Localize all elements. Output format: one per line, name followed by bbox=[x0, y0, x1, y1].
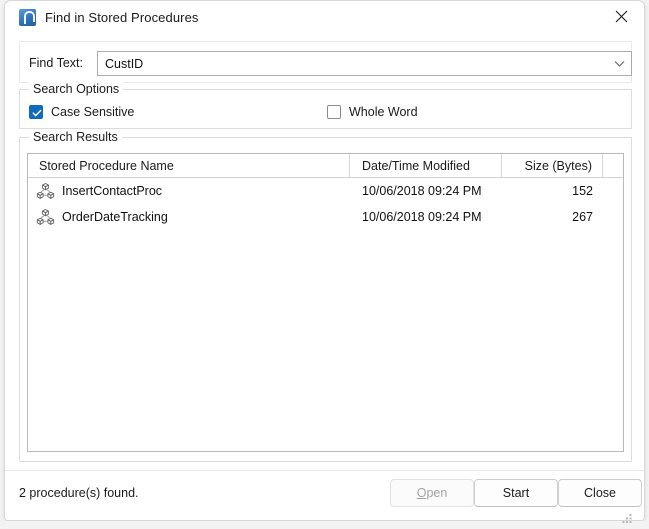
window-title: Find in Stored Procedures bbox=[45, 9, 199, 25]
whole-word-checkbox[interactable]: Whole Word bbox=[327, 104, 418, 120]
case-sensitive-label: Case Sensitive bbox=[51, 105, 135, 119]
start-button-label: Start bbox=[502, 486, 530, 500]
dialog-body: Find Text: CustID Search Options Case Se… bbox=[5, 33, 644, 470]
find-in-stored-procedures-dialog: Find in Stored Procedures Find Text: Cus… bbox=[4, 0, 645, 521]
table-row[interactable]: InsertContactProc 10/06/2018 09:24 PM 15… bbox=[28, 178, 623, 204]
row-name-cell: OrderDateTracking bbox=[28, 208, 350, 227]
chevron-down-icon[interactable] bbox=[607, 60, 631, 68]
find-text-label: Find Text: bbox=[29, 56, 83, 70]
list-header: Stored Procedure Name Date/Time Modified… bbox=[28, 154, 623, 178]
empty-checkbox-icon bbox=[327, 105, 341, 119]
stored-procedure-icon bbox=[36, 182, 55, 201]
whole-word-label: Whole Word bbox=[349, 105, 418, 119]
list-body: InsertContactProc 10/06/2018 09:24 PM 15… bbox=[28, 178, 623, 230]
row-name-cell: InsertContactProc bbox=[28, 182, 350, 201]
checkmark-icon bbox=[29, 105, 43, 119]
close-button-label: Close bbox=[584, 486, 616, 500]
row-modified-cell: 10/06/2018 09:24 PM bbox=[362, 210, 482, 224]
row-size-cell: 152 bbox=[572, 184, 593, 198]
case-sensitive-checkbox[interactable]: Case Sensitive bbox=[29, 104, 134, 120]
close-button[interactable]: Close bbox=[558, 479, 642, 507]
row-modified-cell: 10/06/2018 09:24 PM bbox=[362, 184, 482, 198]
column-header-modified[interactable]: Date/Time Modified bbox=[350, 154, 502, 177]
status-text: 2 procedure(s) found. bbox=[19, 486, 139, 500]
stored-procedure-icon bbox=[36, 208, 55, 227]
open-button-label: pen bbox=[426, 486, 448, 500]
find-text-input[interactable]: CustID bbox=[97, 51, 632, 76]
window-bottom-strip bbox=[4, 514, 645, 529]
start-button[interactable]: Start bbox=[474, 479, 558, 507]
open-button[interactable]: Open bbox=[390, 479, 474, 507]
close-icon[interactable] bbox=[599, 1, 644, 32]
search-options-legend: Search Options bbox=[29, 82, 124, 96]
row-name-text: InsertContactProc bbox=[62, 184, 163, 198]
find-text-value: CustID bbox=[105, 56, 144, 71]
open-button-accel: O bbox=[416, 486, 427, 500]
resize-grip-icon[interactable] bbox=[622, 514, 633, 525]
column-header-name[interactable]: Stored Procedure Name bbox=[28, 154, 350, 177]
row-size-cell: 267 bbox=[572, 210, 593, 224]
row-name-text: OrderDateTracking bbox=[62, 210, 168, 224]
column-header-size[interactable]: Size (Bytes) bbox=[502, 154, 603, 177]
search-results-list[interactable]: Stored Procedure Name Date/Time Modified… bbox=[27, 153, 624, 452]
title-bar: Find in Stored Procedures bbox=[5, 1, 644, 33]
app-icon bbox=[19, 8, 36, 26]
search-results-legend: Search Results bbox=[29, 130, 122, 144]
table-row[interactable]: OrderDateTracking 10/06/2018 09:24 PM 26… bbox=[28, 204, 623, 230]
dialog-footer: 2 procedure(s) found. Open Start Close bbox=[5, 470, 644, 520]
